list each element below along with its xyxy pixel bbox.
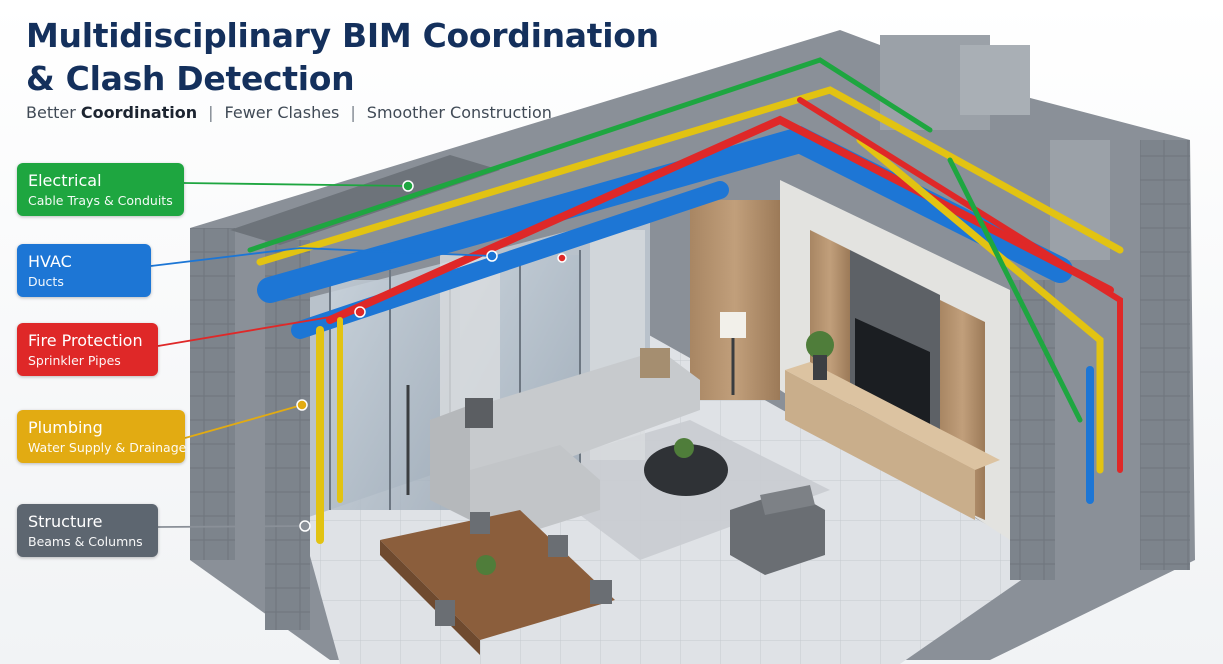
tagline: Better Coordination | Fewer Clashes | Smooth… xyxy=(26,103,552,122)
legend-subtitle: Cable Trays & Conduits xyxy=(28,193,173,208)
title-line-1: Multidisciplinary BIM Coordination xyxy=(26,16,659,55)
tagline-item-3: Smoother Construction xyxy=(366,103,552,122)
bim-diagram: Multidisciplinary BIM Coordination & Cla… xyxy=(0,0,1223,664)
legend-title: Structure xyxy=(28,512,103,531)
legend-card-electrical: Electrical Cable Trays & Conduits xyxy=(17,163,184,216)
tagline-item-1-emphasis: Coordination xyxy=(80,103,198,122)
tagline-separator: | xyxy=(208,103,214,122)
legend-card-structure: Structure Beams & Columns xyxy=(17,504,158,557)
title-line-2: & Clash Detection xyxy=(26,59,355,98)
legend-title: Fire Protection xyxy=(28,331,143,350)
page-title: Multidisciplinary BIM Coordination & Cla… xyxy=(26,14,659,100)
legend-subtitle: Beams & Columns xyxy=(28,534,143,549)
tagline-item-2: Fewer Clashes xyxy=(224,103,340,122)
legend-card-hvac: HVAC Ducts xyxy=(17,244,151,297)
tagline-separator: | xyxy=(350,103,356,122)
legend-title: Plumbing xyxy=(28,418,103,437)
legend-subtitle: Ducts xyxy=(28,274,64,289)
legend-card-plumbing: Plumbing Water Supply & Drainage xyxy=(17,410,187,463)
legend-title: Electrical xyxy=(28,171,102,190)
wood-panel xyxy=(690,200,780,400)
legend-subtitle: Sprinkler Pipes xyxy=(28,353,121,368)
tagline-item-1-prefix: Better xyxy=(26,103,76,122)
plant-icon xyxy=(806,331,834,359)
legend-subtitle: Water Supply & Drainage xyxy=(28,440,187,455)
legend-title: HVAC xyxy=(28,252,72,271)
legend-card-fire-protection: Fire Protection Sprinkler Pipes xyxy=(17,323,158,376)
